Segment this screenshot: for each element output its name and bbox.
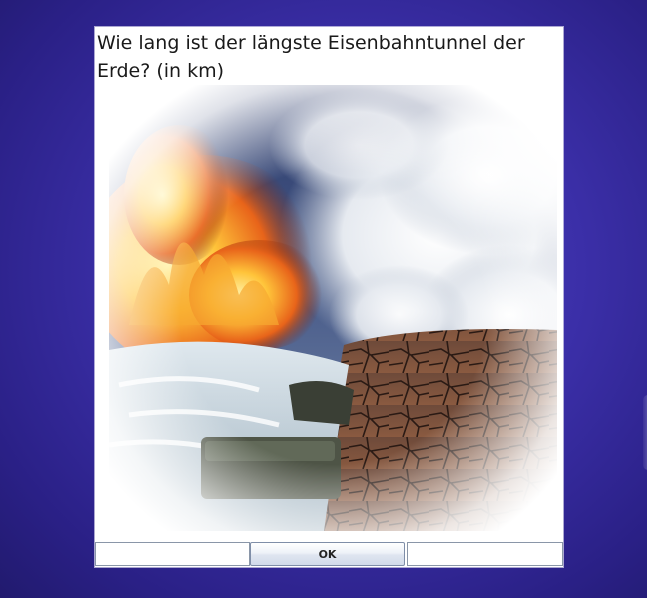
- question-text: Wie lang ist der längste Eisenbahntunnel…: [97, 32, 525, 82]
- answer-input-left[interactable]: [95, 542, 250, 566]
- window-edge-glow: [643, 395, 647, 470]
- answer-input-right[interactable]: [407, 542, 563, 566]
- app-background: { "quiz": { "question": "Wie lang ist de…: [0, 0, 647, 598]
- answer-bar: OK: [95, 542, 563, 567]
- ok-button[interactable]: OK: [250, 542, 405, 566]
- question-image: [109, 85, 557, 531]
- quiz-dialog: Wie lang ist der längste Eisenbahntunnel…: [95, 27, 563, 567]
